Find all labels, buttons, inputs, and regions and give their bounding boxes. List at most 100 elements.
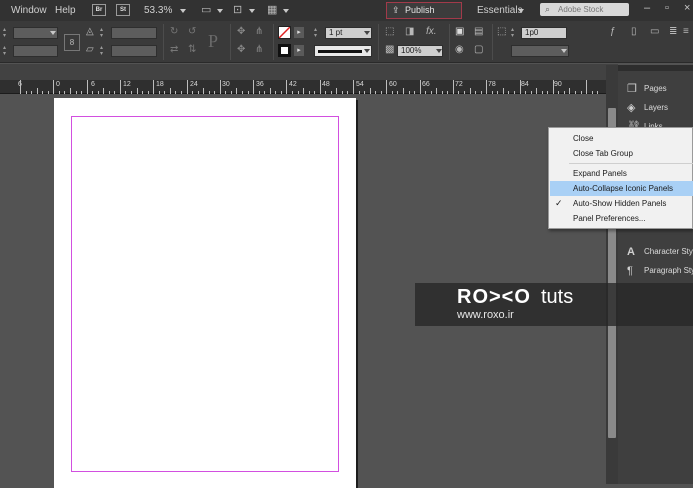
align-icon[interactable]: ≣ — [669, 26, 677, 38]
checkmark-icon: ✓ — [555, 198, 563, 208]
frame-fit-icon[interactable]: ⬚ — [385, 26, 394, 38]
search-placeholder: Adobe Stock — [558, 5, 604, 14]
flip-horizontal-icon[interactable]: ⇄ — [170, 44, 178, 56]
screen-mode-icon[interactable]: ⊡ — [233, 4, 242, 16]
corner-shape-dropdown-icon[interactable] — [561, 49, 567, 53]
document-tab-strip — [0, 64, 618, 80]
shear-field[interactable] — [111, 45, 157, 57]
effects-fx-icon[interactable]: fx. — [426, 26, 437, 38]
menu-item-auto-show-hidden-panels[interactable]: Auto-Show Hidden Panels — [550, 196, 693, 211]
view-options-dropdown-icon[interactable] — [217, 9, 223, 13]
publish-upload-icon: ⇪ — [392, 5, 400, 15]
dock-item-layers[interactable]: ◈ Layers — [624, 99, 693, 117]
menu-help[interactable]: Help — [55, 5, 76, 16]
menu-item-close[interactable]: Close — [550, 131, 693, 146]
menu-item-auto-collapse-iconic-panels[interactable]: Auto-Collapse Iconic Panels — [550, 181, 693, 196]
separator — [449, 24, 450, 60]
watermark-banner: RO><O tuts www.roxo.ir — [415, 283, 693, 326]
shear-stepper-icon[interactable]: ▴ ▾ — [100, 45, 107, 57]
stock-button[interactable]: St — [116, 4, 130, 16]
watermark-url: www.roxo.ir — [457, 309, 514, 321]
opacity-dropdown-icon[interactable] — [436, 49, 442, 53]
dock-item-label: Character Styles — [644, 247, 693, 256]
publish-online-button[interactable]: ⇪ Publish Online — [386, 2, 462, 30]
workspace-dropdown-icon[interactable] — [518, 9, 524, 13]
stroke-swatch-icon[interactable] — [278, 44, 291, 57]
rotate-ccw-icon[interactable]: ↺ — [188, 26, 196, 38]
zoom-level[interactable]: 53.3% — [144, 5, 172, 16]
offset-field[interactable]: 1p0 — [521, 27, 567, 39]
menu-item-panel-preferences[interactable]: Panel Preferences... — [550, 211, 693, 226]
dock-grip[interactable] — [618, 65, 693, 71]
x-dropdown-icon[interactable] — [50, 31, 56, 35]
content-grabber-icon[interactable]: ▢ — [474, 44, 483, 56]
panel-menu-icon[interactable]: ≡ — [683, 26, 689, 38]
dock-item-pages[interactable]: ❐ Pages — [624, 80, 693, 98]
dock-item-label: Paragraph Styles — [644, 266, 693, 275]
fill-dropdown-icon[interactable]: ▸ — [294, 27, 304, 38]
select-content-icon[interactable]: ✥ — [237, 44, 245, 56]
rotate-cw-icon[interactable]: ↻ — [170, 26, 178, 38]
separator — [378, 24, 379, 60]
zoom-dropdown-icon[interactable] — [180, 9, 186, 13]
page-icon[interactable]: ▯ — [631, 26, 637, 38]
flip-vertical-icon[interactable]: ⇅ — [188, 44, 196, 56]
select-container-icon[interactable]: ✥ — [237, 26, 245, 38]
arrange-documents-icon[interactable]: ▦ — [267, 4, 277, 16]
separator — [230, 24, 231, 60]
pages-icon: ❐ — [627, 83, 637, 95]
stroke-weight-stepper-icon[interactable]: ▴ ▾ — [314, 27, 321, 39]
menu-item-expand-panels[interactable]: Expand Panels — [550, 166, 693, 181]
dock-item-paragraph-styles[interactable]: ¶ Paragraph Styles — [624, 262, 693, 280]
select-next-icon[interactable]: ⋔ — [255, 44, 263, 56]
select-previous-icon[interactable]: ⋔ — [255, 26, 263, 38]
horizontal-ruler[interactable]: 6 0 6 12 18 24 30 36 42 48 54 60 66 72 7… — [0, 80, 606, 94]
dock-item-character-styles[interactable]: A Character Styles — [624, 243, 693, 261]
rotate-field[interactable] — [111, 27, 157, 39]
minimize-icon[interactable]: – — [644, 2, 650, 14]
screen-mode-dropdown-icon[interactable] — [249, 9, 255, 13]
stroke-type-dropdown-icon[interactable] — [364, 49, 370, 53]
restore-icon[interactable]: ▫ — [665, 2, 669, 14]
adobe-stock-search[interactable]: ⌕ Adobe Stock — [540, 3, 629, 16]
offset-stepper-icon[interactable]: ▴ ▾ — [511, 27, 518, 39]
panel-context-menu: Close Close Tab Group Expand Panels Auto… — [548, 127, 693, 229]
text-wrap-box-icon[interactable]: ▤ — [474, 26, 483, 38]
rotate-angle-icon: ◬ — [86, 26, 94, 37]
margin-guides — [71, 116, 339, 472]
workspace-switcher[interactable]: Essentials — [477, 5, 523, 16]
corner-options-icon[interactable]: ⬚ — [497, 26, 506, 38]
paragraph-styles-icon: ¶ — [627, 265, 633, 277]
x-stepper-icon[interactable]: ▴ ▾ — [3, 27, 10, 39]
character-styles-icon: A — [627, 246, 635, 258]
y-stepper-icon[interactable]: ▴ ▾ — [3, 45, 10, 57]
y-field[interactable] — [13, 45, 58, 57]
arrange-dropdown-icon[interactable] — [283, 9, 289, 13]
control-panel: ▴ ▾ ▴ ▾ 8 ◬ ▴ ▾ ▱ ▴ ▾ ↻ ↺ ⇄ ⇅ P ✥ ⋔ ✥ ⋔ ▸ ▸ … — [0, 21, 693, 63]
opacity-icon: ▩ — [385, 44, 395, 55]
rotate-stepper-icon[interactable]: ▴ ▾ — [100, 27, 107, 39]
view-options-icon[interactable]: ▭ — [201, 4, 211, 16]
watermark-brand: RO><O — [457, 286, 531, 308]
quick-apply-icon[interactable]: ƒ — [610, 26, 616, 38]
dock-item-label: Pages — [644, 84, 667, 93]
fill-swatch-none-icon[interactable] — [278, 26, 291, 39]
stroke-dropdown-icon[interactable]: ▸ — [294, 45, 304, 56]
auto-fit-icon[interactable]: ◉ — [455, 44, 464, 56]
text-wrap-none-icon[interactable]: ▣ — [455, 26, 464, 38]
menu-window[interactable]: Window — [11, 5, 47, 16]
ruler-ticks — [20, 80, 598, 94]
bridge-button[interactable]: Br — [92, 4, 106, 16]
stroke-weight-dropdown-icon[interactable] — [364, 31, 370, 35]
menu-bar: Window Help Br St 53.3% ▭ ⊡ ▦ ⇪ Publish … — [0, 0, 693, 30]
shear-angle-icon: ▱ — [86, 44, 94, 55]
drop-shadow-icon[interactable]: ◨ — [405, 26, 414, 38]
search-icon: ⌕ — [545, 4, 551, 14]
arrange-icon[interactable]: ▭ — [650, 26, 659, 38]
close-window-icon[interactable]: × — [684, 2, 690, 14]
layers-icon: ◈ — [627, 102, 636, 114]
menu-item-close-tab-group[interactable]: Close Tab Group — [550, 146, 693, 161]
constrain-proportions-icon[interactable]: 8 — [64, 34, 80, 51]
flip-indicator-icon: P — [208, 31, 219, 51]
watermark-suffix: tuts — [541, 286, 574, 308]
